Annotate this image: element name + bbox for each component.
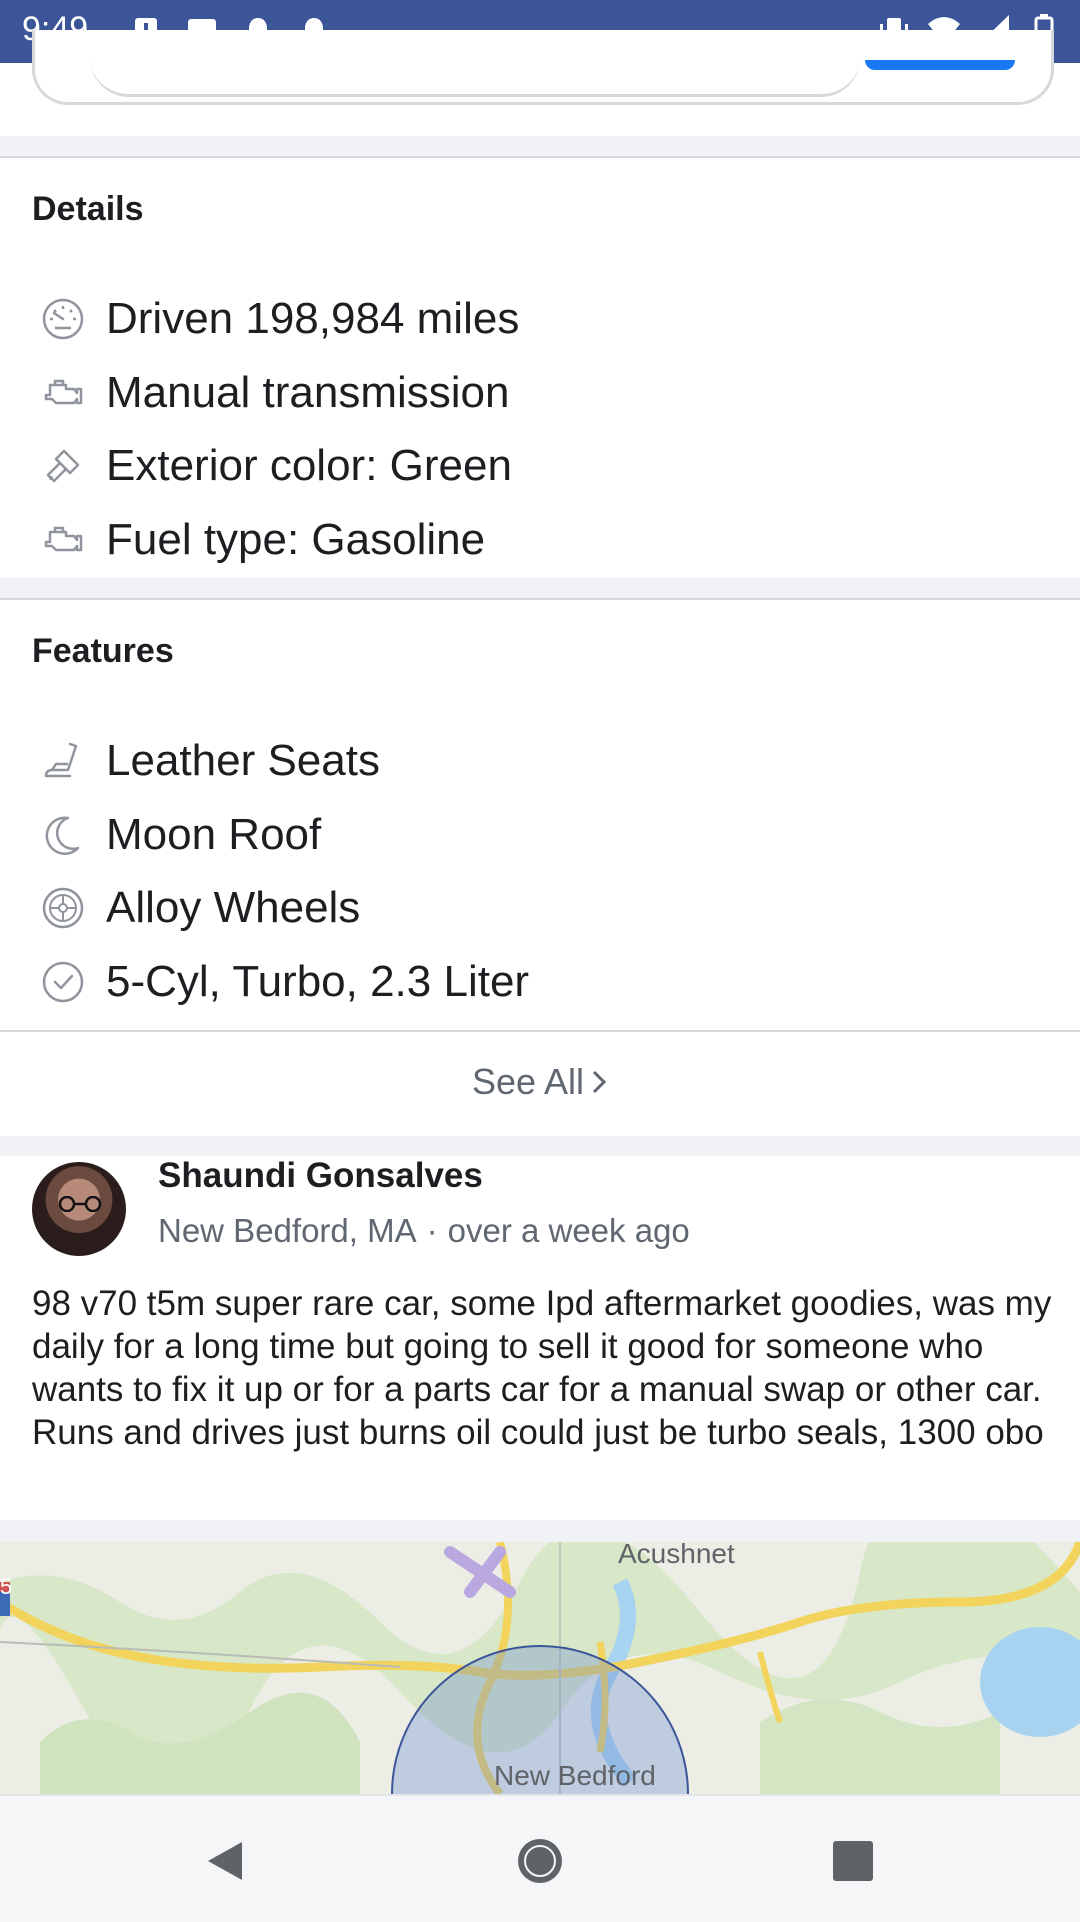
- back-icon[interactable]: [198, 1834, 252, 1888]
- android-nav-bar: [0, 1794, 1080, 1922]
- map-label-city: New Bedford: [494, 1760, 656, 1791]
- engine-icon: [44, 379, 83, 405]
- feature-row: 5-Cyl, Turbo, 2.3 Liter: [40, 952, 529, 1012]
- meta-separator: ·: [426, 1212, 438, 1249]
- section-divider: [0, 1136, 1080, 1156]
- location-map[interactable]: Acushnet New Bedford 5: [0, 1542, 1080, 1794]
- feature-label: Leather Seats: [106, 736, 380, 785]
- feature-label: Moon Roof: [106, 810, 322, 859]
- see-all-label: See All: [471, 1061, 585, 1102]
- details-title: Details: [32, 190, 144, 228]
- section-divider: [0, 578, 1080, 598]
- glasses-icon: [58, 1196, 102, 1212]
- speedometer-icon: [42, 298, 84, 340]
- listing-description: 98 v70 t5m super rare car, some Ipd afte…: [32, 1284, 1052, 1452]
- divider-line: [0, 1030, 1080, 1032]
- divider-line: [0, 156, 1080, 158]
- moon-icon: [45, 816, 80, 855]
- detail-row-color: Exterior color: Green: [40, 436, 512, 496]
- features-title: Features: [32, 632, 174, 670]
- car-seat-icon: [44, 742, 78, 778]
- detail-label: Exterior color: Green: [106, 441, 512, 490]
- map-graphic: [0, 1542, 1080, 1794]
- seller-meta: New Bedford, MA · over a week ago: [158, 1212, 690, 1250]
- recents-icon[interactable]: [826, 1834, 880, 1888]
- detail-row-transmission: Manual transmission: [40, 363, 510, 423]
- home-icon[interactable]: [513, 1834, 567, 1888]
- detail-label: Driven 198,984 miles: [106, 294, 520, 343]
- section-divider: [0, 136, 1080, 156]
- seller-avatar[interactable]: [32, 1162, 126, 1256]
- scrolled-action-card: [32, 30, 1054, 105]
- see-all-button[interactable]: See All: [0, 1033, 1080, 1131]
- post-time: over a week ago: [447, 1212, 690, 1249]
- seller-location: New Bedford, MA: [158, 1212, 417, 1249]
- section-divider: [0, 1520, 1080, 1542]
- wheel-icon: [42, 887, 84, 929]
- checkmark-circle-icon: [42, 961, 84, 1003]
- message-input-edge[interactable]: [90, 58, 860, 97]
- detail-label: Manual transmission: [106, 368, 510, 417]
- feature-row: Moon Roof: [40, 805, 321, 865]
- paint-brush-icon: [46, 449, 80, 483]
- detail-row-fuel: Fuel type: Gasoline: [40, 510, 485, 570]
- highway-shield-label: 5: [0, 1574, 13, 1599]
- detail-label: Fuel type: Gasoline: [106, 515, 486, 564]
- map-label-acushnet: Acushnet: [618, 1542, 735, 1569]
- feature-row: Leather Seats: [40, 731, 380, 791]
- engine-icon: [44, 526, 83, 552]
- seller-name[interactable]: Shaundi Gonsalves: [158, 1156, 483, 1196]
- detail-row-mileage: Driven 198,984 miles: [40, 289, 519, 349]
- feature-label: Alloy Wheels: [106, 883, 361, 932]
- divider-line: [0, 598, 1080, 600]
- feature-label: 5-Cyl, Turbo, 2.3 Liter: [106, 957, 530, 1006]
- chevron-right-icon: [592, 1070, 607, 1094]
- send-button-edge[interactable]: [865, 60, 1015, 70]
- feature-row: Alloy Wheels: [40, 878, 360, 938]
